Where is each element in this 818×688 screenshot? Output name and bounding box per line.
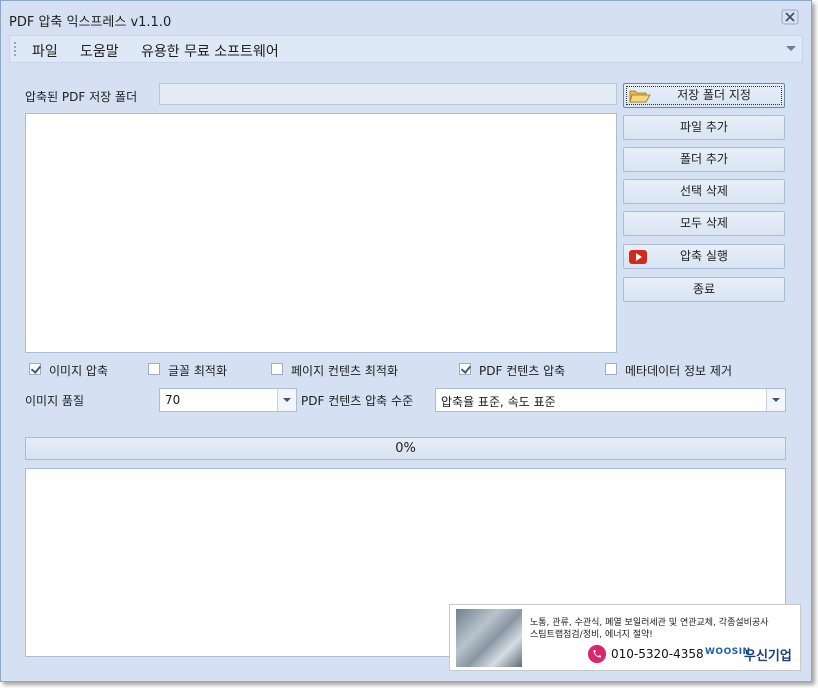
remove-metadata-check-box[interactable] xyxy=(605,363,617,375)
compress-level-select[interactable]: 압축율 표준, 속도 표준 xyxy=(435,388,786,412)
exit-button[interactable]: 종료 xyxy=(623,277,785,302)
image-quality-select[interactable]: 70 xyxy=(159,388,297,412)
menu-bar: 파일 도움말 유용한 무료 소프트웨어 xyxy=(9,35,803,63)
image-quality-label: 이미지 품질 xyxy=(25,394,85,408)
add-folder-button[interactable]: 폴더 추가 xyxy=(623,147,785,172)
ad-logo-ko: 우신기업 xyxy=(744,649,792,664)
title-bar[interactable]: PDF 압축 익스프레스 v1.1.0 xyxy=(1,1,811,33)
page-contents-optimize-check-box[interactable] xyxy=(271,363,283,375)
page-contents-optimize-label: 페이지 컨텐츠 최적화 xyxy=(291,364,398,378)
delete-selected-button[interactable]: 선택 삭제 xyxy=(623,179,785,204)
image-compress-check-box[interactable] xyxy=(29,363,41,375)
run-compress-button[interactable]: 압축 실행 xyxy=(623,244,785,269)
ad-phone-number: 010-5320-4358 xyxy=(611,647,704,661)
phone-icon xyxy=(588,645,606,663)
add-file-button[interactable]: 파일 추가 xyxy=(623,115,785,140)
compress-level-value: 압축율 표준, 속도 표준 xyxy=(441,395,556,409)
image-quality-dropdown-chevron-down-icon[interactable] xyxy=(277,389,296,411)
window-title: PDF 압축 익스프레스 v1.1.0 xyxy=(9,15,172,30)
menu-grip-handle[interactable] xyxy=(14,42,16,58)
file-list[interactable] xyxy=(25,113,617,353)
menu-free-software[interactable]: 유용한 무료 소프트웨어 xyxy=(141,41,279,61)
ad-boiler-image xyxy=(456,609,522,667)
pdf-contents-compress-check-box[interactable] xyxy=(459,363,471,375)
save-folder-input[interactable] xyxy=(159,83,617,105)
font-optimize-check-box[interactable] xyxy=(148,363,160,375)
pdf-contents-compress-label: PDF 컨텐츠 압축 xyxy=(479,364,566,378)
run-compress-label: 압축 실행 xyxy=(680,249,728,263)
app-window: PDF 압축 익스프레스 v1.1.0 파일 도움말 유용한 무료 소프트웨어 … xyxy=(0,0,812,682)
menu-help[interactable]: 도움말 xyxy=(80,41,119,61)
compress-level-label: PDF 컨텐츠 압축 수준 xyxy=(301,394,414,408)
set-folder-label: 저장 폴더 지정 xyxy=(677,88,751,102)
progress-bar: 0% xyxy=(25,437,786,460)
font-optimize-label: 글꼴 최적화 xyxy=(168,364,228,378)
folder-open-icon xyxy=(629,90,651,103)
remove-metadata-label: 메타데이터 정보 제거 xyxy=(625,364,732,378)
save-folder-label: 압축된 PDF 저장 폴더 xyxy=(25,90,138,104)
play-icon xyxy=(629,250,647,264)
set-folder-button[interactable]: 저장 폴더 지정 xyxy=(623,83,785,108)
compress-level-dropdown-chevron-down-icon[interactable] xyxy=(766,389,785,411)
ad-line-2: 스팀트랩점검/정비, 에너지 절약! xyxy=(530,630,653,640)
image-quality-value: 70 xyxy=(165,393,181,407)
ad-banner[interactable]: 노통, 관류, 수관식, 폐열 보일러세관 및 연관교체, 각종설비공사 스팀트… xyxy=(449,604,801,671)
menu-overflow-chevron-down-icon[interactable] xyxy=(786,46,796,51)
progress-text: 0% xyxy=(395,441,416,456)
delete-all-button[interactable]: 모두 삭제 xyxy=(623,211,785,236)
menu-file[interactable]: 파일 xyxy=(32,41,58,61)
close-icon[interactable] xyxy=(781,9,799,25)
image-compress-label: 이미지 압축 xyxy=(49,364,109,378)
